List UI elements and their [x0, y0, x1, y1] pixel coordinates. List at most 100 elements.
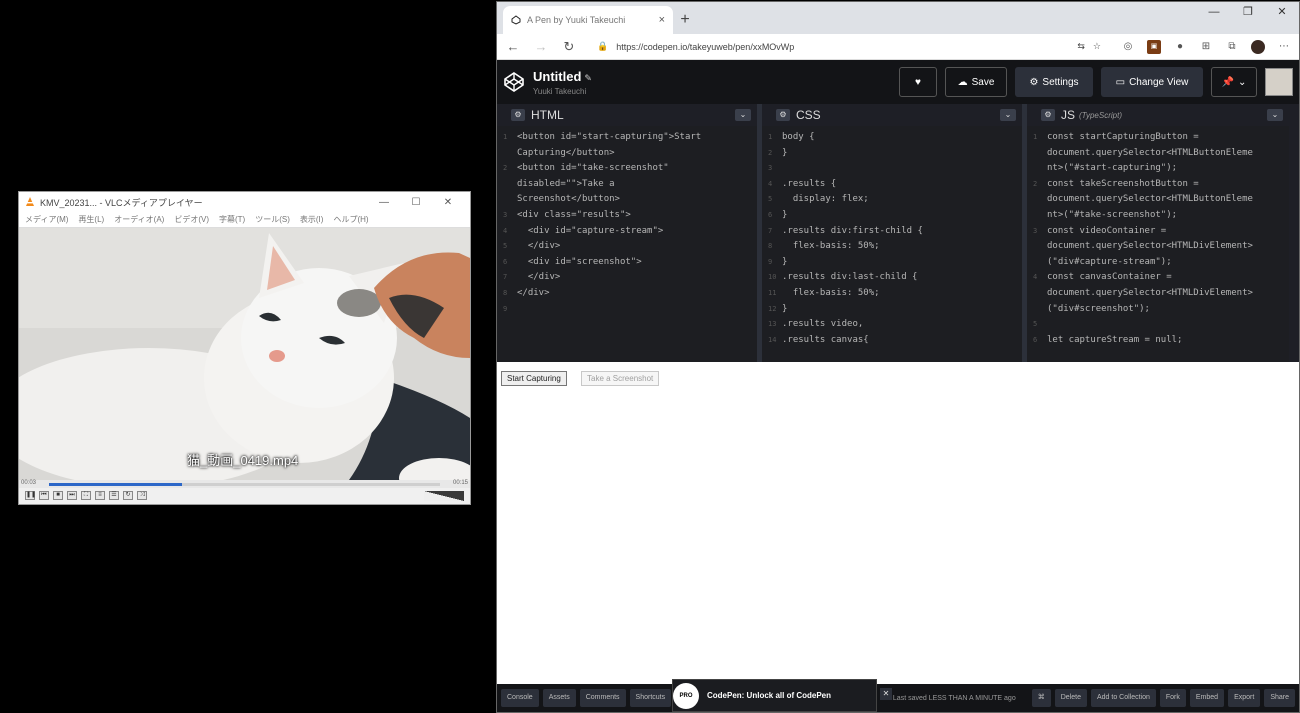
- code-line[interactable]: ("div#capture-stream");: [1033, 255, 1283, 271]
- code-line[interactable]: 2 const takeScreenshotButton =: [1033, 177, 1283, 193]
- reload-icon[interactable]: ↻: [561, 39, 577, 55]
- heart-button[interactable]: ♥: [899, 67, 937, 97]
- menu-audio[interactable]: オーディオ(A): [114, 214, 164, 225]
- save-button[interactable]: ☁ Save: [945, 67, 1007, 97]
- code-line[interactable]: 2}: [768, 146, 1016, 162]
- playlist-icon[interactable]: ☰: [109, 491, 119, 500]
- code-line[interactable]: 9}: [768, 255, 1016, 271]
- close-icon[interactable]: ✕: [432, 197, 464, 208]
- profile-avatar[interactable]: [1251, 39, 1265, 54]
- forward-icon[interactable]: →: [533, 39, 549, 54]
- css-code[interactable]: 1 body {2} 3 4 .results {5 display: flex; 6} 7…: [762, 126, 1022, 362]
- seek-track[interactable]: [49, 483, 440, 486]
- code-line[interactable]: disabled="">Take a: [503, 177, 751, 193]
- menu-icon[interactable]: ⋯: [1277, 40, 1291, 54]
- menu-subtitle[interactable]: 字幕(T): [219, 214, 245, 225]
- js-code[interactable]: 1 const startCapturingButton = document.qu…: [1027, 126, 1289, 362]
- code-line[interactable]: 4 <div id="capture-stream">: [503, 224, 751, 240]
- browser-tab[interactable]: A Pen by Yuuki Takeuchi ×: [503, 6, 673, 34]
- maximize-icon[interactable]: ☐: [400, 197, 432, 208]
- code-line[interactable]: ("div#screenshot");: [1033, 302, 1283, 318]
- stop-icon[interactable]: ■: [53, 491, 63, 500]
- comments-button[interactable]: Comments: [579, 689, 626, 707]
- bookmark-star-icon[interactable]: ☆: [1093, 41, 1101, 52]
- loop-icon[interactable]: ↻: [123, 491, 133, 500]
- back-icon[interactable]: ←: [505, 39, 521, 54]
- code-line[interactable]: 9: [503, 302, 751, 318]
- take-screenshot-button[interactable]: Take a Screenshot: [581, 371, 660, 386]
- shortcuts-button[interactable]: Shortcuts: [629, 689, 672, 707]
- previous-icon[interactable]: ⏮: [39, 491, 49, 500]
- code-line[interactable]: nt>("#take-screenshot");: [1033, 208, 1283, 224]
- code-line[interactable]: document.querySelector<HTMLButtonEleme: [1033, 146, 1283, 162]
- code-line[interactable]: 4 .results {: [768, 177, 1016, 193]
- settings-button[interactable]: ⚙ Settings: [1015, 67, 1093, 97]
- new-tab-button[interactable]: +: [673, 6, 697, 34]
- promo-close-icon[interactable]: ✕: [880, 688, 892, 700]
- code-line[interactable]: 1 <button id="start-capturing">Start: [503, 130, 751, 146]
- code-line[interactable]: 2 <button id="take-screenshot": [503, 161, 751, 177]
- video-frame[interactable]: 猫_動画_0419.mp4: [19, 228, 470, 480]
- code-line[interactable]: 12}: [768, 302, 1016, 318]
- menu-media[interactable]: メディア(M): [25, 214, 68, 225]
- minimize-icon[interactable]: —: [1197, 2, 1231, 24]
- fork-button[interactable]: Fork: [1159, 689, 1186, 707]
- tab-close-icon[interactable]: ×: [659, 14, 665, 26]
- code-line[interactable]: 8 </div>: [503, 286, 751, 302]
- minimize-icon[interactable]: —: [368, 197, 400, 208]
- menu-help[interactable]: ヘルプ(H): [333, 214, 368, 225]
- code-line[interactable]: 5 display: flex;: [768, 192, 1016, 208]
- menu-video[interactable]: ビデオ(V): [174, 214, 209, 225]
- edit-pencil-icon[interactable]: ✎: [584, 73, 592, 83]
- code-line[interactable]: Screenshot</button>: [503, 192, 751, 208]
- pro-promo-banner[interactable]: PRO CodePen: Unlock all of CodePen ✕: [672, 679, 892, 712]
- address-bar[interactable]: 🔒 https://codepen.io/takeyuweb/pen/xxMOv…: [589, 37, 1109, 57]
- volume-slider[interactable]: [424, 490, 464, 501]
- code-line[interactable]: 7 .results div:first-child {: [768, 224, 1016, 240]
- translate-icon[interactable]: ⇆: [1077, 41, 1085, 52]
- share-button[interactable]: Share: [1264, 689, 1295, 707]
- code-line[interactable]: nt>("#start-capturing");: [1033, 161, 1283, 177]
- keybinding-button[interactable]: ⌘: [1031, 689, 1051, 707]
- extension-icon[interactable]: ◎: [1121, 40, 1135, 54]
- pin-button[interactable]: 📌 ⌄: [1211, 67, 1257, 97]
- code-line[interactable]: 5 </div>: [503, 239, 751, 255]
- css-settings-gear-icon[interactable]: ⚙: [776, 109, 790, 121]
- menu-playback[interactable]: 再生(L): [78, 214, 104, 225]
- menu-tools[interactable]: ツール(S): [255, 214, 290, 225]
- code-line[interactable]: 3 <div class="results">: [503, 208, 751, 224]
- menu-view[interactable]: 表示(I): [300, 214, 324, 225]
- change-view-button[interactable]: ▭ Change View: [1101, 67, 1203, 97]
- code-line[interactable]: 8 flex-basis: 50%;: [768, 239, 1016, 255]
- delete-button[interactable]: Delete: [1054, 689, 1087, 707]
- vlc-titlebar[interactable]: KMV_20231... - VLCメディアプレイヤー — ☐ ✕: [19, 192, 470, 212]
- export-button[interactable]: Export: [1228, 689, 1261, 707]
- restore-icon[interactable]: ❐: [1231, 2, 1265, 24]
- close-icon[interactable]: ✕: [1265, 2, 1299, 24]
- html-settings-gear-icon[interactable]: ⚙: [511, 109, 525, 121]
- pen-author[interactable]: Yuuki Takeuchi: [533, 87, 891, 96]
- code-line[interactable]: 14 .results canvas{: [768, 333, 1016, 349]
- shuffle-icon[interactable]: ⤨: [137, 491, 147, 500]
- add-to-collection-button[interactable]: Add to Collection: [1090, 689, 1156, 707]
- code-line[interactable]: 6}: [768, 208, 1016, 224]
- code-line[interactable]: 4 const canvasContainer =: [1033, 270, 1283, 286]
- pause-icon[interactable]: ❚❚: [25, 491, 36, 500]
- fullscreen-icon[interactable]: ⛶: [81, 491, 91, 500]
- extensions-puzzle-icon[interactable]: ⧉: [1225, 40, 1239, 54]
- code-line[interactable]: 13 .results video,: [768, 317, 1016, 333]
- user-avatar[interactable]: [1265, 68, 1293, 96]
- seek-bar[interactable]: 00:03 00:15: [19, 480, 470, 488]
- codepen-logo-icon[interactable]: [503, 71, 525, 93]
- collections-icon[interactable]: ⊞: [1199, 40, 1213, 54]
- pen-title[interactable]: Untitled: [533, 69, 581, 84]
- code-line[interactable]: document.querySelector<HTMLDivElement>: [1033, 286, 1283, 302]
- embed-button[interactable]: Embed: [1189, 689, 1225, 707]
- js-settings-gear-icon[interactable]: ⚙: [1041, 109, 1055, 121]
- code-line[interactable]: document.querySelector<HTMLButtonEleme: [1033, 192, 1283, 208]
- extension-record-icon[interactable]: ●: [1173, 40, 1187, 54]
- code-line[interactable]: 3 const videoContainer =: [1033, 224, 1283, 240]
- code-line[interactable]: 6 <div id="screenshot">: [503, 255, 751, 271]
- extension-box-icon[interactable]: ▣: [1147, 39, 1161, 54]
- code-line[interactable]: 6 let captureStream = null;: [1033, 333, 1283, 349]
